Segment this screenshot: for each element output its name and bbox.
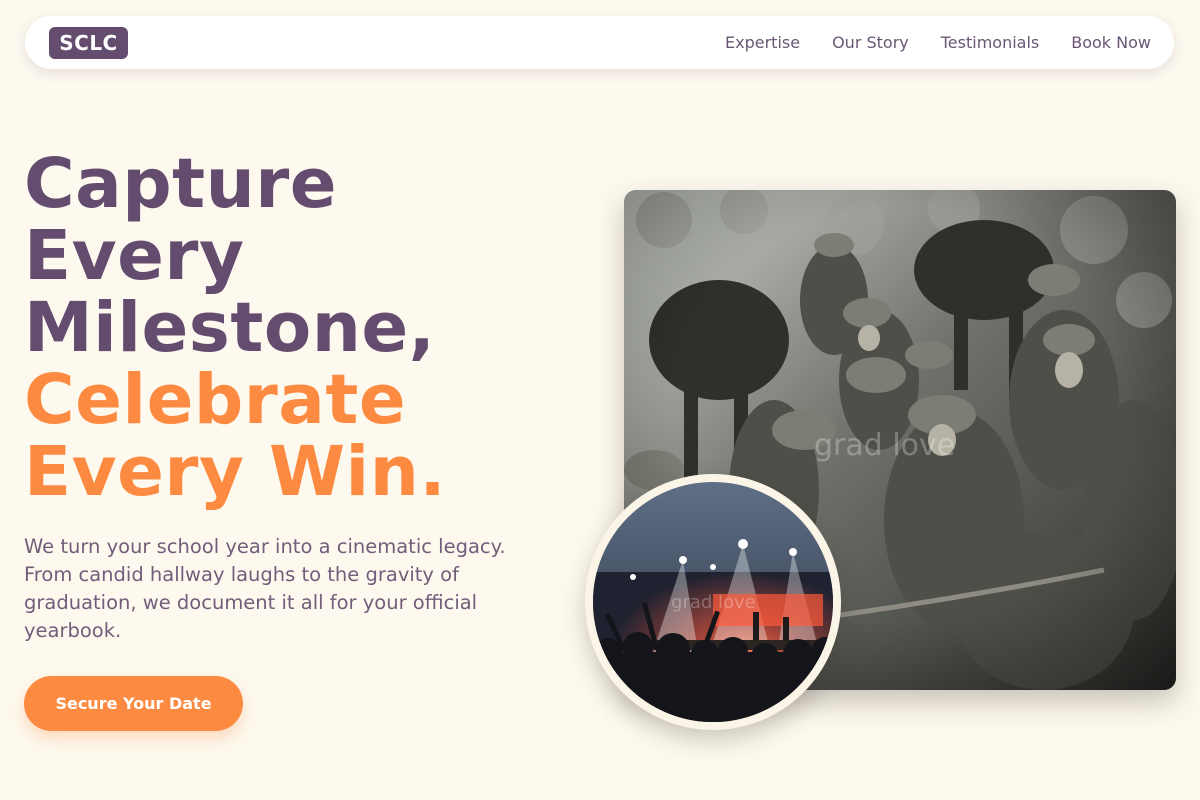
headline-accent-line-2: Every Win.: [24, 432, 447, 512]
headline-line-3: Milestone,: [24, 288, 436, 368]
headline-line-1: Capture: [24, 144, 338, 224]
concert-photo-frame: grad love: [585, 474, 841, 730]
nav-links: Expertise Our Story Testimonials Book No…: [725, 16, 1151, 69]
secure-your-date-button[interactable]: Secure Your Date: [24, 676, 243, 731]
hero-subtitle: We turn your school year into a cinemati…: [24, 535, 506, 642]
nav-link-book-now[interactable]: Book Now: [1071, 33, 1151, 52]
concert-photo-watermark: grad love: [671, 592, 756, 613]
nav-link-expertise[interactable]: Expertise: [725, 33, 800, 52]
concert-photo: grad love: [593, 482, 833, 722]
headline-line-2: Every: [24, 216, 245, 296]
headline-accent-line-1: Celebrate: [24, 360, 407, 440]
nav-link-testimonials[interactable]: Testimonials: [941, 33, 1040, 52]
nav-link-our-story[interactable]: Our Story: [832, 33, 909, 52]
main-photo-watermark: grad love: [814, 428, 956, 463]
hero-headline: Capture Every Milestone, Celebrate Every…: [24, 148, 584, 508]
logo[interactable]: SCLC: [49, 27, 128, 59]
top-navbar: SCLC Expertise Our Story Testimonials Bo…: [25, 16, 1174, 69]
